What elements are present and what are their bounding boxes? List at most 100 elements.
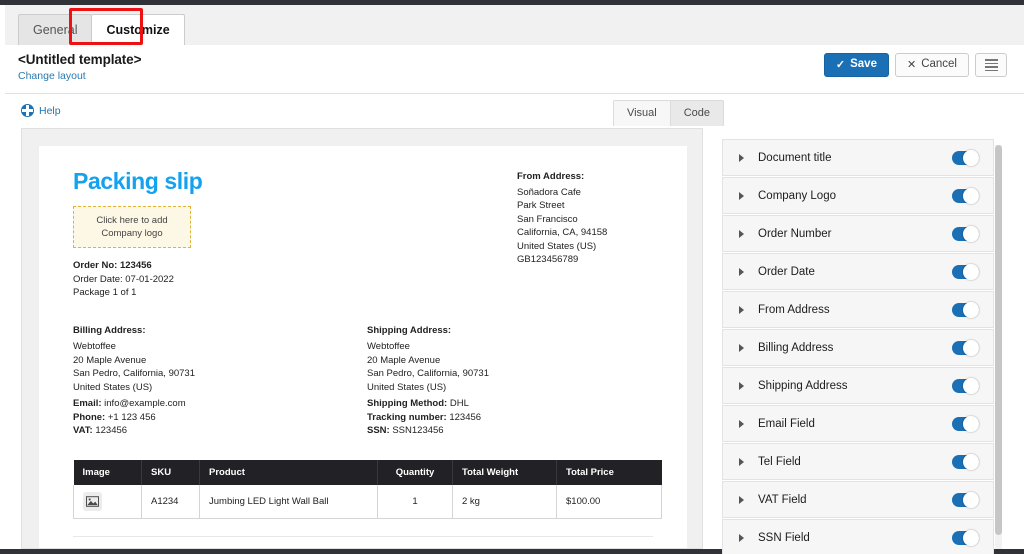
- tab-general[interactable]: General: [18, 14, 93, 45]
- company-logo-placeholder[interactable]: Click here to add Company logo: [73, 206, 191, 248]
- cancel-button[interactable]: ✕ Cancel: [894, 53, 969, 77]
- page-title: <Untitled template>: [18, 52, 142, 67]
- from-address-line: California, CA, 94158: [517, 227, 608, 238]
- option-toggle[interactable]: [952, 529, 979, 546]
- option-company-logo[interactable]: Company Logo: [722, 177, 994, 214]
- option-toggle[interactable]: [952, 377, 979, 394]
- help-link[interactable]: Help: [21, 104, 61, 117]
- chevron-right-icon[interactable]: [739, 229, 744, 238]
- billing-field-value: info@example.com: [104, 398, 186, 409]
- tab-code[interactable]: Code: [669, 100, 724, 126]
- cell-sku: A1234: [141, 484, 200, 519]
- tab-strip: General Customize: [5, 5, 1024, 45]
- tab-visual[interactable]: Visual: [612, 100, 671, 126]
- option-toggle[interactable]: [952, 149, 979, 166]
- billing-field-label: Phone:: [73, 411, 106, 423]
- chevron-right-icon[interactable]: [739, 419, 744, 428]
- toggle-knob: [963, 339, 979, 356]
- chevron-right-icon[interactable]: [739, 381, 744, 390]
- shipping-field-value: DHL: [449, 398, 469, 409]
- toggle-knob: [963, 491, 979, 508]
- change-layout-link[interactable]: Change layout: [18, 70, 86, 82]
- option-label: Shipping Address: [758, 379, 848, 392]
- cell-quantity: 1: [377, 484, 453, 519]
- option-ssn-field[interactable]: SSN Field: [722, 519, 994, 554]
- save-button[interactable]: ✓ Save: [823, 53, 889, 77]
- cell-total-weight: 2 kg: [452, 484, 557, 519]
- hamburger-menu-icon: [984, 59, 998, 71]
- option-shipping-address[interactable]: Shipping Address: [722, 367, 994, 404]
- chevron-right-icon[interactable]: [739, 457, 744, 466]
- shipping-address-heading: Shipping Address:: [367, 324, 452, 336]
- shipping-field-label: Tracking number:: [367, 411, 447, 423]
- toggle-knob: [963, 415, 979, 432]
- chevron-right-icon[interactable]: [739, 191, 744, 200]
- option-toggle[interactable]: [952, 263, 979, 280]
- option-vat-field[interactable]: VAT Field: [722, 481, 994, 518]
- option-document-title[interactable]: Document title: [722, 139, 994, 176]
- billing-field: Phone: +1 123 456: [73, 411, 367, 425]
- from-address-line: GB123456789: [517, 254, 579, 265]
- billing-address-heading: Billing Address:: [73, 324, 146, 336]
- option-order-date[interactable]: Order Date: [722, 253, 994, 290]
- document-top-section: Packing slip Click here to add Company l…: [73, 168, 653, 300]
- toggle-knob: [963, 377, 979, 394]
- option-label: VAT Field: [758, 493, 807, 506]
- shipping-field: Tracking number: 123456: [367, 411, 489, 425]
- from-address-line: United States (US): [517, 240, 597, 252]
- option-toggle[interactable]: [952, 225, 979, 242]
- help-label: Help: [39, 104, 61, 117]
- package-count: Package 1 of 1: [73, 287, 137, 298]
- option-toggle[interactable]: [952, 301, 979, 318]
- shipping-address-line: United States (US): [367, 381, 447, 393]
- logo-placeholder-line1: Click here to add: [96, 215, 168, 226]
- option-label: SSN Field: [758, 531, 810, 544]
- option-label: Order Date: [758, 265, 815, 278]
- chevron-right-icon[interactable]: [739, 153, 744, 162]
- more-menu-button[interactable]: [975, 53, 1007, 77]
- option-toggle[interactable]: [952, 187, 979, 204]
- chevron-right-icon[interactable]: [739, 533, 744, 542]
- image-placeholder-icon: [83, 491, 102, 511]
- option-toggle[interactable]: [952, 453, 979, 470]
- option-billing-address[interactable]: Billing Address: [722, 329, 994, 366]
- shipping-address-block: Shipping Address: Webtoffee 20 Maple Ave…: [367, 324, 489, 438]
- billing-field-value: 123456: [95, 425, 128, 436]
- option-tel-field[interactable]: Tel Field: [722, 443, 994, 480]
- order-no-label: Order No:: [73, 260, 118, 271]
- billing-address-line: San Pedro, California, 90731: [73, 368, 195, 379]
- toggle-knob: [963, 149, 979, 166]
- from-address-heading: From Address:: [517, 171, 585, 182]
- col-product: Product: [199, 459, 378, 485]
- option-toggle[interactable]: [952, 415, 979, 432]
- order-no-value: 123456: [119, 260, 152, 271]
- option-email-field[interactable]: Email Field: [722, 405, 994, 442]
- toggle-knob: [963, 187, 979, 204]
- col-sku: SKU: [141, 459, 200, 485]
- option-order-number[interactable]: Order Number: [722, 215, 994, 252]
- toggle-knob: [963, 263, 979, 280]
- option-label: Order Number: [758, 227, 832, 240]
- tab-list: General Customize: [18, 14, 185, 45]
- option-label: Billing Address: [758, 341, 834, 354]
- table-row: A1234 Jumbing LED Light Wall Ball 1 2 kg…: [73, 484, 662, 519]
- chevron-right-icon[interactable]: [739, 267, 744, 276]
- template-header-bar: <Untitled template> Change layout ✓ Save…: [5, 45, 1024, 94]
- help-wheel-icon: [21, 104, 34, 117]
- billing-field-value: +1 123 456: [107, 411, 156, 423]
- chevron-right-icon[interactable]: [739, 305, 744, 314]
- option-label: From Address: [758, 303, 830, 316]
- document-footer-text: Mauris dignissim neque ut sapien vulputa…: [73, 535, 653, 549]
- shipping-field-value: SSN123456: [392, 425, 444, 436]
- option-toggle[interactable]: [952, 491, 979, 508]
- cell-total-price: $100.00: [556, 484, 662, 519]
- tab-customize[interactable]: Customize: [91, 14, 185, 45]
- tab-visual-label: Visual: [626, 107, 657, 119]
- chevron-right-icon[interactable]: [739, 343, 744, 352]
- options-scrollbar-thumb[interactable]: [995, 145, 1002, 535]
- from-address-line: San Francisco: [517, 213, 578, 225]
- chevron-right-icon[interactable]: [739, 495, 744, 504]
- option-label: Tel Field: [758, 455, 801, 468]
- option-from-address[interactable]: From Address: [722, 291, 994, 328]
- option-toggle[interactable]: [952, 339, 979, 356]
